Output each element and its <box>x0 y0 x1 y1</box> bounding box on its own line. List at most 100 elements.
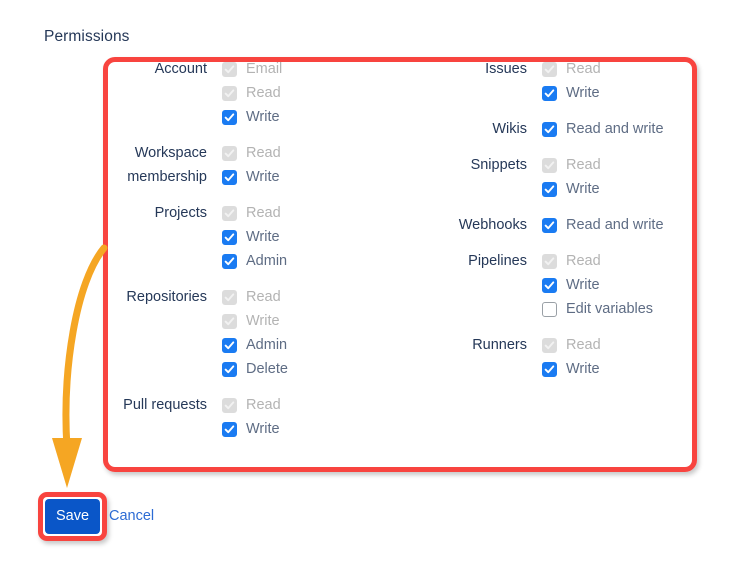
permission-option-label: Read <box>246 85 281 101</box>
checkbox-disabled-icon <box>222 85 237 101</box>
permission-option: Read <box>222 201 383 225</box>
checkbox-disabled-icon <box>542 61 557 77</box>
checkbox-checked-icon[interactable] <box>542 181 557 197</box>
permission-group: Snippets Read Write <box>423 153 703 201</box>
permission-group-label: Wikis <box>492 121 527 137</box>
permission-options: Read Write <box>542 153 703 201</box>
permission-group-label: Workspace membership <box>127 145 207 185</box>
permission-group: Wikis Read and write <box>423 117 703 141</box>
permission-group: Runners Read Write <box>423 333 703 381</box>
permission-option[interactable]: Write <box>542 81 703 105</box>
permission-option-label: Write <box>566 181 600 197</box>
permission-option[interactable]: Edit variables <box>542 297 703 321</box>
permission-group: Pipelines Read Write Edit variables <box>423 249 703 321</box>
permission-options: Read Write Admin Delete <box>222 285 383 381</box>
permission-group-label: Pipelines <box>468 253 527 269</box>
checkbox-disabled-icon <box>222 205 237 221</box>
permission-group-label: Runners <box>472 337 527 353</box>
checkbox-disabled-icon <box>542 253 557 269</box>
permission-options: Read Write Admin <box>222 201 383 273</box>
checkbox-checked-icon[interactable] <box>542 361 557 377</box>
permission-group-label: Repositories <box>126 289 207 305</box>
permission-option-label: Read <box>246 289 281 305</box>
permission-group: Repositories Read Write Admin Delete <box>103 285 383 381</box>
permission-option: Read <box>222 393 383 417</box>
checkbox-checked-icon[interactable] <box>222 361 237 377</box>
permission-options: Read Write <box>542 333 703 381</box>
permission-option[interactable]: Write <box>542 177 703 201</box>
permission-option: Read <box>542 57 703 81</box>
checkbox-disabled-icon <box>222 313 237 329</box>
permission-option[interactable]: Read and write <box>542 117 703 141</box>
permission-options: Read Write <box>542 57 703 105</box>
checkbox-checked-icon[interactable] <box>222 229 237 245</box>
permission-group: Webhooks Read and write <box>423 213 703 237</box>
permission-option: Read <box>222 285 383 309</box>
permission-option-label: Write <box>566 85 600 101</box>
permission-option[interactable]: Write <box>222 165 383 189</box>
checkbox-checked-icon[interactable] <box>222 337 237 353</box>
checkbox-disabled-icon <box>542 157 557 173</box>
permission-option-label: Write <box>246 421 280 437</box>
checkbox-checked-icon[interactable] <box>222 169 237 185</box>
permission-option: Read <box>542 249 703 273</box>
checkbox-checked-icon[interactable] <box>222 421 237 437</box>
permission-options: Read Write <box>222 141 383 189</box>
permission-option-label: Read <box>246 145 281 161</box>
permission-option-label: Read <box>246 397 281 413</box>
permissions-grid: Account Email Read Write Workspace membershi… <box>103 57 697 472</box>
permission-option[interactable]: Write <box>542 273 703 297</box>
permission-group: Account Email Read Write <box>103 57 383 129</box>
permission-option[interactable]: Write <box>542 357 703 381</box>
permission-options: Read and write <box>542 213 703 237</box>
permission-option-label: Edit variables <box>566 301 654 317</box>
permission-option-label: Read <box>566 61 601 77</box>
permission-option-label: Write <box>246 109 280 125</box>
permission-option[interactable]: Read and write <box>542 213 703 237</box>
permission-options: Read Write Edit variables <box>542 249 703 321</box>
permission-option[interactable]: Write <box>222 417 383 441</box>
permission-option-label: Read and write <box>566 217 664 233</box>
checkbox-unchecked-icon[interactable] <box>542 301 557 317</box>
permission-group-label: Issues <box>485 61 527 77</box>
permission-option-label: Read <box>566 337 601 353</box>
permission-option-label: Email <box>246 61 283 77</box>
cancel-link[interactable]: Cancel <box>109 499 154 534</box>
checkbox-checked-icon[interactable] <box>542 277 557 293</box>
permission-option-label: Delete <box>246 361 288 377</box>
permission-option-label: Write <box>246 313 280 329</box>
checkbox-disabled-icon <box>222 397 237 413</box>
permission-group: Workspace membership Read Write <box>103 141 383 189</box>
checkbox-checked-icon[interactable] <box>222 253 237 269</box>
save-button[interactable]: Save <box>45 499 100 534</box>
permission-option: Write <box>222 309 383 333</box>
checkbox-checked-icon[interactable] <box>542 121 557 137</box>
permission-option[interactable]: Admin <box>222 249 383 273</box>
permissions-column-left: Account Email Read Write Workspace membershi… <box>103 57 383 441</box>
permission-option[interactable]: Delete <box>222 357 383 381</box>
permission-option: Email <box>222 57 383 81</box>
permission-option[interactable]: Write <box>222 225 383 249</box>
checkbox-checked-icon[interactable] <box>542 217 557 233</box>
checkbox-disabled-icon <box>222 145 237 161</box>
checkbox-checked-icon[interactable] <box>542 85 557 101</box>
checkbox-disabled-icon <box>542 337 557 353</box>
permission-option-label: Read <box>566 157 601 173</box>
permission-option-label: Write <box>566 361 600 377</box>
permissions-column-right: Issues Read Write Wikis Read and write Snippe… <box>423 57 703 381</box>
page-title: Permissions <box>44 28 130 45</box>
permission-group-label: Webhooks <box>458 217 527 233</box>
permission-option-label: Write <box>246 169 280 185</box>
permission-option[interactable]: Admin <box>222 333 383 357</box>
permission-option: Read <box>222 141 383 165</box>
checkbox-checked-icon[interactable] <box>222 109 237 125</box>
permission-options: Email Read Write <box>222 57 383 129</box>
permission-option-label: Admin <box>246 253 288 269</box>
permission-option[interactable]: Write <box>222 105 383 129</box>
permission-group: Projects Read Write Admin <box>103 201 383 273</box>
checkbox-disabled-icon <box>222 61 237 77</box>
permission-group-label: Pull requests <box>123 397 207 413</box>
permission-group: Pull requests Read Write <box>103 393 383 441</box>
permission-option-label: Read and write <box>566 121 664 137</box>
permission-option-label: Read <box>566 253 601 269</box>
